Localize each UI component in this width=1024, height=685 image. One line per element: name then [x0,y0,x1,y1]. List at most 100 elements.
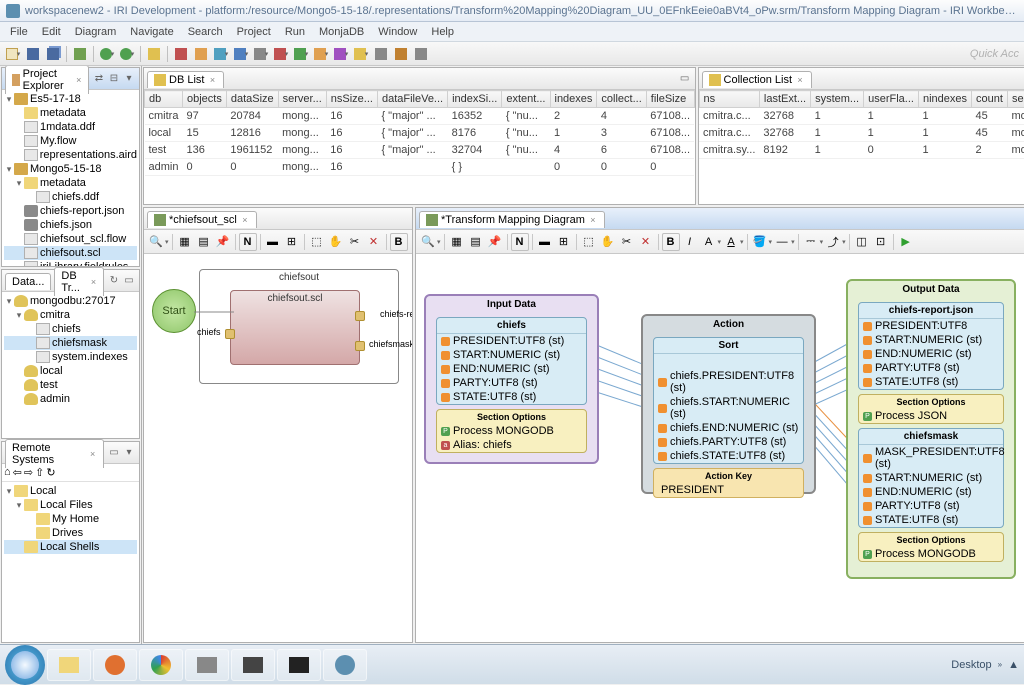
table-row[interactable]: admin00mong...16{ }000 [145,159,695,176]
field-row[interactable]: chiefs.PARTY:UTF8 (st) [654,435,803,449]
up-icon[interactable]: ⇧ [35,466,44,479]
refresh-icon[interactable]: ↻ [107,274,121,288]
field-row[interactable]: PARTY:UTF8 (st) [859,361,1003,375]
field-row[interactable]: STATE:UTF8 (st) [437,390,586,404]
align-icon[interactable]: ▬ [536,233,554,251]
chiefsout-outer-box[interactable]: chiefsout chiefsout.scl chiefs-report.js… [199,269,399,384]
collapse-icon[interactable]: ⇄ [92,72,106,86]
field-row[interactable]: START:NUMERIC (st) [859,471,1003,485]
menu-icon[interactable]: ▾ [122,446,136,460]
close-icon[interactable]: × [795,75,805,85]
tree-node[interactable]: My.flow [4,134,137,148]
column-header[interactable]: count [972,91,1008,108]
italic-icon[interactable]: I [681,233,699,251]
tree-node[interactable]: My Home [4,512,137,526]
back-icon[interactable]: ⇦ [13,466,22,479]
tree-node[interactable]: ▾cmitra [4,308,137,322]
tree-node[interactable]: chiefsout_scl.flow [4,232,137,246]
zoom-icon[interactable]: 🔍 [419,233,437,251]
toggle-icon[interactable] [71,45,89,63]
tool13-icon[interactable] [412,45,430,63]
action-key-box[interactable]: Action Key PRESIDENT [653,468,804,498]
tool12-icon[interactable] [392,45,410,63]
field-row[interactable]: PRESIDENT:UTF8 (st) [437,334,586,348]
project-tree[interactable]: ▾Es5-17-18metadata1mdata.ddfMy.flowrepre… [2,90,139,266]
column-header[interactable]: db [145,91,183,108]
field-row[interactable]: END:NUMERIC (st) [437,362,586,376]
line-icon[interactable]: — [773,233,791,251]
home-icon[interactable]: ⌂ [4,466,11,479]
field-row[interactable]: START:NUMERIC (st) [859,333,1003,347]
menu-help[interactable]: Help [424,24,461,40]
tool5-icon[interactable]: ▾ [252,45,270,63]
input-section-options[interactable]: Section Options PProcess MONGODB aAlias:… [436,409,587,453]
tree-node[interactable]: test [4,378,137,392]
close-icon[interactable]: × [240,215,250,225]
table-row[interactable]: local1512816mong...16{ "major" ...8176{ … [145,125,695,142]
select-icon[interactable]: ⬚ [308,233,326,251]
db-list-table[interactable]: dbobjectsdataSizeserver...nsSize...dataF… [144,90,695,176]
close-icon[interactable]: × [207,75,217,85]
column-header[interactable]: fileSize [646,91,694,108]
remote-tree[interactable]: ▾Local▾Local FilesMy HomeDrivesLocal She… [2,482,139,642]
db-tree[interactable]: ▾mongodbu:27017▾cmitrachiefschiefsmasksy… [2,292,139,438]
tree-node[interactable]: ▾mongodbu:27017 [4,294,137,308]
tree-node[interactable]: Drives [4,526,137,540]
input-chiefs-box[interactable]: chiefs PRESIDENT:UTF8 (st)START:NUMERIC … [436,317,587,405]
tool7-icon[interactable]: ▾ [292,45,310,63]
pin-icon[interactable]: 📌 [214,233,232,251]
column-header[interactable]: server... [1007,91,1024,108]
delete-icon[interactable]: ✕ [637,233,655,251]
action-sort-box[interactable]: Sort chiefs.PRESIDENT:UTF8 (st)chiefs.ST… [653,337,804,464]
column-header[interactable]: objects [182,91,226,108]
tool4-icon[interactable]: ▾ [232,45,250,63]
taskbar-iri-icon[interactable] [323,649,367,681]
column-header[interactable]: userFla... [864,91,919,108]
tree-node[interactable]: ▾metadata [4,176,137,190]
tree-node[interactable]: ▾Mongo5-15-18 [4,162,137,176]
field-row[interactable]: PRESIDENT:UTF8 [859,319,1003,333]
menu-window[interactable]: Window [371,24,424,40]
start-node[interactable]: Start [152,289,196,333]
tool10-icon[interactable]: ▾ [352,45,370,63]
action-group[interactable]: Action Sort chiefs.PRESIDENT:UTF8 (st)ch… [641,314,816,494]
tree-node[interactable]: representations.aird [4,148,137,162]
field-row[interactable]: END:NUMERIC (st) [859,485,1003,499]
tree-node[interactable]: Local Shells [4,540,137,554]
min-icon[interactable]: ▭ [678,72,692,86]
taskbar-chrome-icon[interactable] [139,649,183,681]
grid-icon[interactable]: ▦ [176,233,194,251]
column-header[interactable]: dataFileVe... [377,91,447,108]
run-icon[interactable]: ▶ [897,233,915,251]
layers-icon[interactable]: ▤ [467,233,485,251]
db-list-tab[interactable]: DB List× [147,71,224,88]
close-icon[interactable]: × [76,75,82,85]
menu-run[interactable]: Run [278,24,312,40]
link-icon[interactable]: ⊟ [107,72,121,86]
table-row[interactable]: test1361961152mong...16{ "major" ...3270… [145,142,695,159]
zoom-icon[interactable]: 🔍 [147,233,165,251]
tool8-icon[interactable]: ▾ [312,45,330,63]
tool2-icon[interactable] [192,45,210,63]
column-header[interactable]: server... [278,91,326,108]
menu-search[interactable]: Search [181,24,230,40]
color-icon[interactable]: A [722,233,740,251]
tree-node[interactable]: ▾Es5-17-18 [4,92,137,106]
tree-node[interactable]: ▾Local [4,484,137,498]
column-header[interactable]: lastExt... [759,91,810,108]
taskbar-firefox-icon[interactable] [93,649,137,681]
field-row[interactable]: PARTY:UTF8 (st) [437,376,586,390]
column-header[interactable]: dataSize [226,91,278,108]
menu-file[interactable]: File [3,24,35,40]
field-row[interactable]: MASK_PRESIDENT:UTF8 (st) [859,445,1003,471]
field-row[interactable]: chiefs.START:NUMERIC (st) [654,395,803,421]
dist-icon[interactable]: ⊞ [283,233,301,251]
select-icon[interactable]: ⬚ [580,233,598,251]
dist-icon[interactable]: ⊞ [555,233,573,251]
field-row[interactable]: STATE:UTF8 (st) [859,375,1003,389]
router-icon[interactable]: ⤴ [824,233,842,251]
table-row[interactable]: cmitra.c...3276811145mong...8176101601.0… [699,108,1024,125]
taskbar-app1-icon[interactable] [185,649,229,681]
min-icon[interactable]: ▭ [107,446,121,460]
field-row[interactable]: STATE:UTF8 (st) [859,513,1003,527]
